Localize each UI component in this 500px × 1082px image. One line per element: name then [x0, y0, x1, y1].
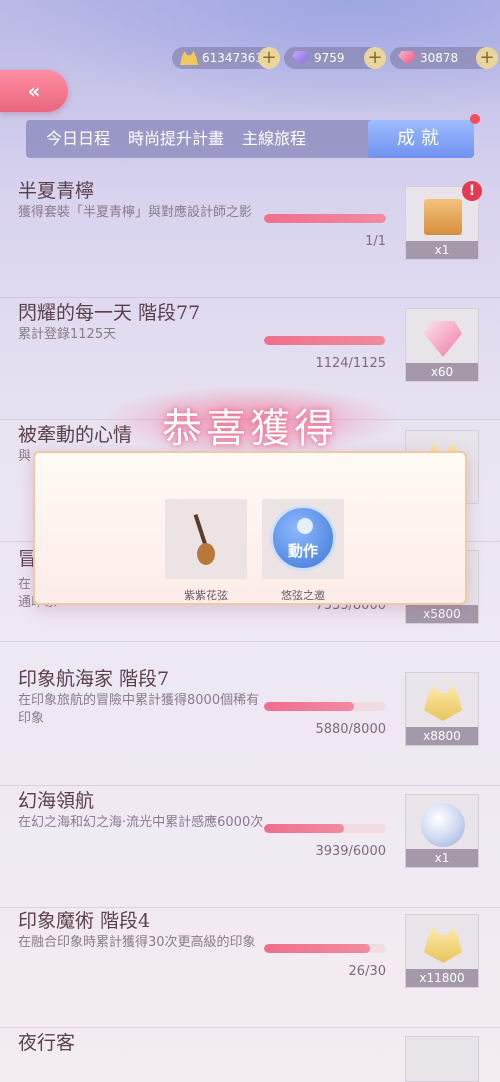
reward-slot[interactable]: x8800	[405, 672, 479, 746]
notification-dot	[470, 114, 480, 124]
double-chevron-left-icon: «	[27, 79, 41, 103]
achievement-desc: 在融合印象時累計獲得30次更高級的印象	[18, 935, 256, 950]
reward-slot[interactable]: x60	[405, 308, 479, 382]
reward-slot[interactable]: x11800	[405, 914, 479, 988]
achievement-title: 幻海領航	[18, 790, 95, 812]
tab-achievements-label: 成就	[397, 128, 445, 149]
cat-coin-icon	[180, 51, 198, 65]
currency-gold-value: 61347363	[202, 51, 264, 65]
progress-bar	[264, 214, 386, 223]
progress-bar-fill	[264, 944, 370, 953]
reward-slot[interactable]	[405, 1036, 479, 1082]
diamond-icon	[424, 321, 462, 357]
reward-count: x5800	[406, 605, 478, 623]
progress-bar	[264, 336, 386, 345]
progress-text: 5880/8000	[315, 722, 386, 737]
popup-reward-item[interactable]	[165, 499, 247, 579]
back-button[interactable]: «	[0, 70, 68, 112]
achievement-desc: 獲得套裝「半夏青檸」與對應設計師之影	[18, 205, 253, 220]
progress-text: 1/1	[365, 234, 386, 249]
progress-bar-fill	[264, 214, 386, 223]
tab-main-journey[interactable]: 主線旅程	[233, 120, 315, 158]
action-icon: 動作	[270, 505, 336, 571]
tab-bar: 今日日程 時尚提升計畫 主線旅程 成就	[26, 114, 480, 158]
progress-bar-fill	[264, 702, 354, 711]
reward-count: x1	[406, 241, 478, 259]
action-icon-text: 動作	[287, 542, 318, 560]
achievement-desc: 在印象旅航的冒險中累計獲得8000個稀有印象	[18, 693, 260, 726]
progress-bar-fill	[264, 336, 385, 345]
reward-slot[interactable]: x1	[405, 794, 479, 868]
reward-slot[interactable]: x1 !	[405, 181, 482, 260]
achievement-title: 印象航海家 階段7	[18, 668, 170, 690]
achievement-row[interactable]: 夜行客	[0, 1028, 500, 1082]
progress-text: 26/30	[348, 964, 386, 979]
reward-count: x1	[406, 849, 478, 867]
tab-daily-schedule[interactable]: 今日日程	[26, 120, 119, 158]
popup-title: 恭喜獲得	[162, 406, 338, 452]
achievement-row[interactable]: 印象航海家 階段7 在印象旅航的冒險中累計獲得8000個稀有印象 5880/80…	[0, 664, 500, 786]
achievement-row[interactable]: 印象魔術 階段4 在融合印象時累計獲得30次更高級的印象 26/30 x1180…	[0, 906, 500, 1028]
alert-icon: !	[462, 181, 482, 201]
achievement-title: 半夏青檸	[18, 180, 95, 202]
guitar-icon	[193, 513, 217, 565]
cat-coin-icon	[424, 685, 462, 721]
progress-bar	[264, 944, 386, 953]
popup-reward-item[interactable]: 動作	[262, 499, 344, 579]
popup-reward-label: 紫紫花弦	[184, 589, 228, 602]
gift-bag-icon	[424, 199, 462, 235]
achievement-title: 印象魔術 階段4	[18, 910, 151, 932]
achievement-row[interactable]: 幻海領航 在幻之海和幻之海·流光中累計感應6000次 3939/6000 x1	[0, 786, 500, 908]
purple-gem-icon	[292, 51, 310, 65]
pink-gem-icon	[398, 51, 416, 65]
currency-pink-gem: 30878 +	[390, 47, 498, 69]
add-gem-button[interactable]: +	[364, 47, 386, 69]
progress-text: 1124/1125	[315, 356, 386, 371]
guitar-body	[197, 543, 215, 565]
reward-popup[interactable]: 紫紫花弦 動作 悠弦之邀	[33, 451, 467, 605]
progress-bar	[264, 702, 386, 711]
cat-coin-icon	[424, 927, 462, 963]
reward-count: x11800	[406, 969, 478, 987]
currency-gold: 61347363 +	[172, 47, 280, 69]
progress-text: 3939/6000	[315, 844, 386, 859]
achievement-title: 閃耀的每一天 階段77	[18, 302, 201, 324]
reward-count: x8800	[406, 727, 478, 745]
reward-count: x60	[406, 363, 478, 381]
progress-bar-fill	[264, 824, 345, 833]
currency-gem-value: 9759	[314, 51, 345, 65]
add-gold-button[interactable]: +	[258, 47, 280, 69]
achievement-desc: 在幻之海和幻之海·流光中累計感應6000次	[18, 815, 264, 830]
achievement-desc: 累計登錄1125天	[18, 327, 117, 342]
progress-bar	[264, 824, 386, 833]
currency-gem: 9759 +	[284, 47, 386, 69]
currency-pink-gem-value: 30878	[420, 51, 459, 65]
tab-achievements[interactable]: 成就	[368, 114, 480, 158]
achievement-row[interactable]: 半夏青檸 獲得套裝「半夏青檸」與對應設計師之影 1/1 x1 !	[0, 176, 500, 298]
add-pink-gem-button[interactable]: +	[476, 47, 498, 69]
tab-fashion-plan[interactable]: 時尚提升計畫	[119, 120, 233, 158]
popup-reward-label: 悠弦之邀	[281, 589, 325, 602]
achievement-title: 夜行客	[18, 1032, 76, 1054]
crystal-coin-icon	[421, 803, 465, 847]
